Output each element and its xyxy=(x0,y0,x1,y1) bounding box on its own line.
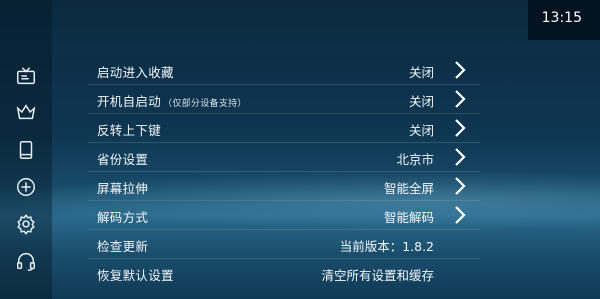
setting-sublabel: （仅部分设备支持） xyxy=(163,99,247,109)
settings-list: 启动进入收藏 关闭 开机自启动 （仅部分设备支持） 关闭 反转上下键 关闭 省份设… xyxy=(88,56,480,287)
setting-label-text: 开机自启动 xyxy=(97,94,162,109)
setting-value: 智能全屏 xyxy=(383,181,434,196)
setting-value: 关闭 xyxy=(408,123,434,138)
chevron-right-icon[interactable] xyxy=(450,204,470,226)
setting-label: 检查更新 xyxy=(97,239,149,254)
setting-row-decode-mode[interactable]: 解码方式 智能解码 xyxy=(88,201,480,230)
setting-value: 智能解码 xyxy=(383,210,434,225)
setting-row-favorites-on-start[interactable]: 启动进入收藏 关闭 xyxy=(88,56,480,85)
chevron-right-icon[interactable] xyxy=(450,117,470,139)
setting-row-province[interactable]: 省份设置 北京市 xyxy=(88,143,480,172)
add-circle-icon[interactable] xyxy=(13,174,39,200)
setting-row-restore-defaults[interactable]: 恢复默认设置 清空所有设置和缓存 xyxy=(88,259,480,287)
chevron-right-icon[interactable] xyxy=(450,88,470,110)
chevron-right-icon[interactable] xyxy=(450,59,470,81)
chevron-right-icon[interactable] xyxy=(450,146,470,168)
setting-label: 开机自启动 （仅部分设备支持） xyxy=(97,91,247,110)
setting-row-check-update[interactable]: 检查更新 当前版本：1.8.2 xyxy=(88,230,480,259)
setting-label: 启动进入收藏 xyxy=(97,65,174,80)
tv-icon[interactable] xyxy=(13,63,39,89)
status-bar: 13:15 xyxy=(528,0,600,40)
sidebar xyxy=(0,0,52,299)
chevron-right-icon[interactable] xyxy=(450,175,470,197)
setting-row-screen-stretch[interactable]: 屏幕拉伸 智能全屏 xyxy=(88,172,480,201)
tablet-icon[interactable] xyxy=(13,137,39,163)
headset-icon[interactable] xyxy=(13,248,39,274)
setting-value: 关闭 xyxy=(408,94,434,109)
setting-label: 反转上下键 xyxy=(97,123,162,138)
setting-label: 恢复默认设置 xyxy=(97,268,174,283)
clear-cache-value: 清空所有设置和缓存 xyxy=(321,268,434,283)
setting-label: 省份设置 xyxy=(97,152,149,167)
setting-value: 关闭 xyxy=(408,65,434,80)
clock: 13:15 xyxy=(541,10,582,26)
gear-icon[interactable] xyxy=(13,211,39,237)
setting-label: 解码方式 xyxy=(97,210,149,225)
setting-label: 屏幕拉伸 xyxy=(97,181,149,196)
crown-icon[interactable] xyxy=(13,99,39,125)
setting-row-autostart[interactable]: 开机自启动 （仅部分设备支持） 关闭 xyxy=(88,85,480,114)
version-value: 当前版本：1.8.2 xyxy=(339,239,434,254)
setting-value: 北京市 xyxy=(396,152,434,167)
setting-row-reverse-keys[interactable]: 反转上下键 关闭 xyxy=(88,114,480,143)
